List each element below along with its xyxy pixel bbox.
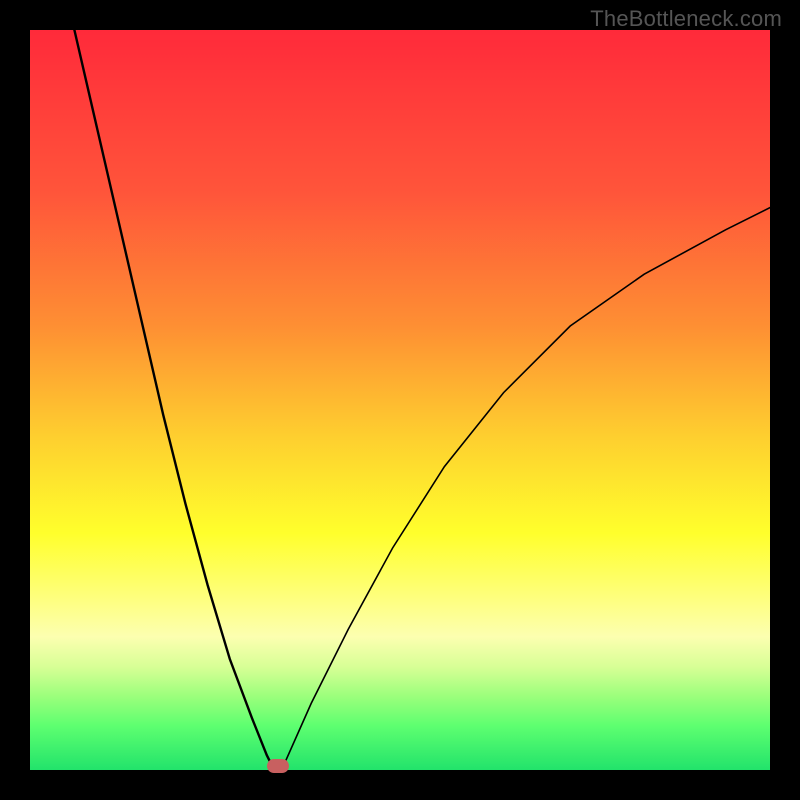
chart-frame: TheBottleneck.com (0, 0, 800, 800)
bottleneck-curve (30, 30, 770, 770)
plot-area (30, 30, 770, 770)
watermark-text: TheBottleneck.com (590, 6, 782, 32)
optimal-point-marker (267, 759, 289, 773)
